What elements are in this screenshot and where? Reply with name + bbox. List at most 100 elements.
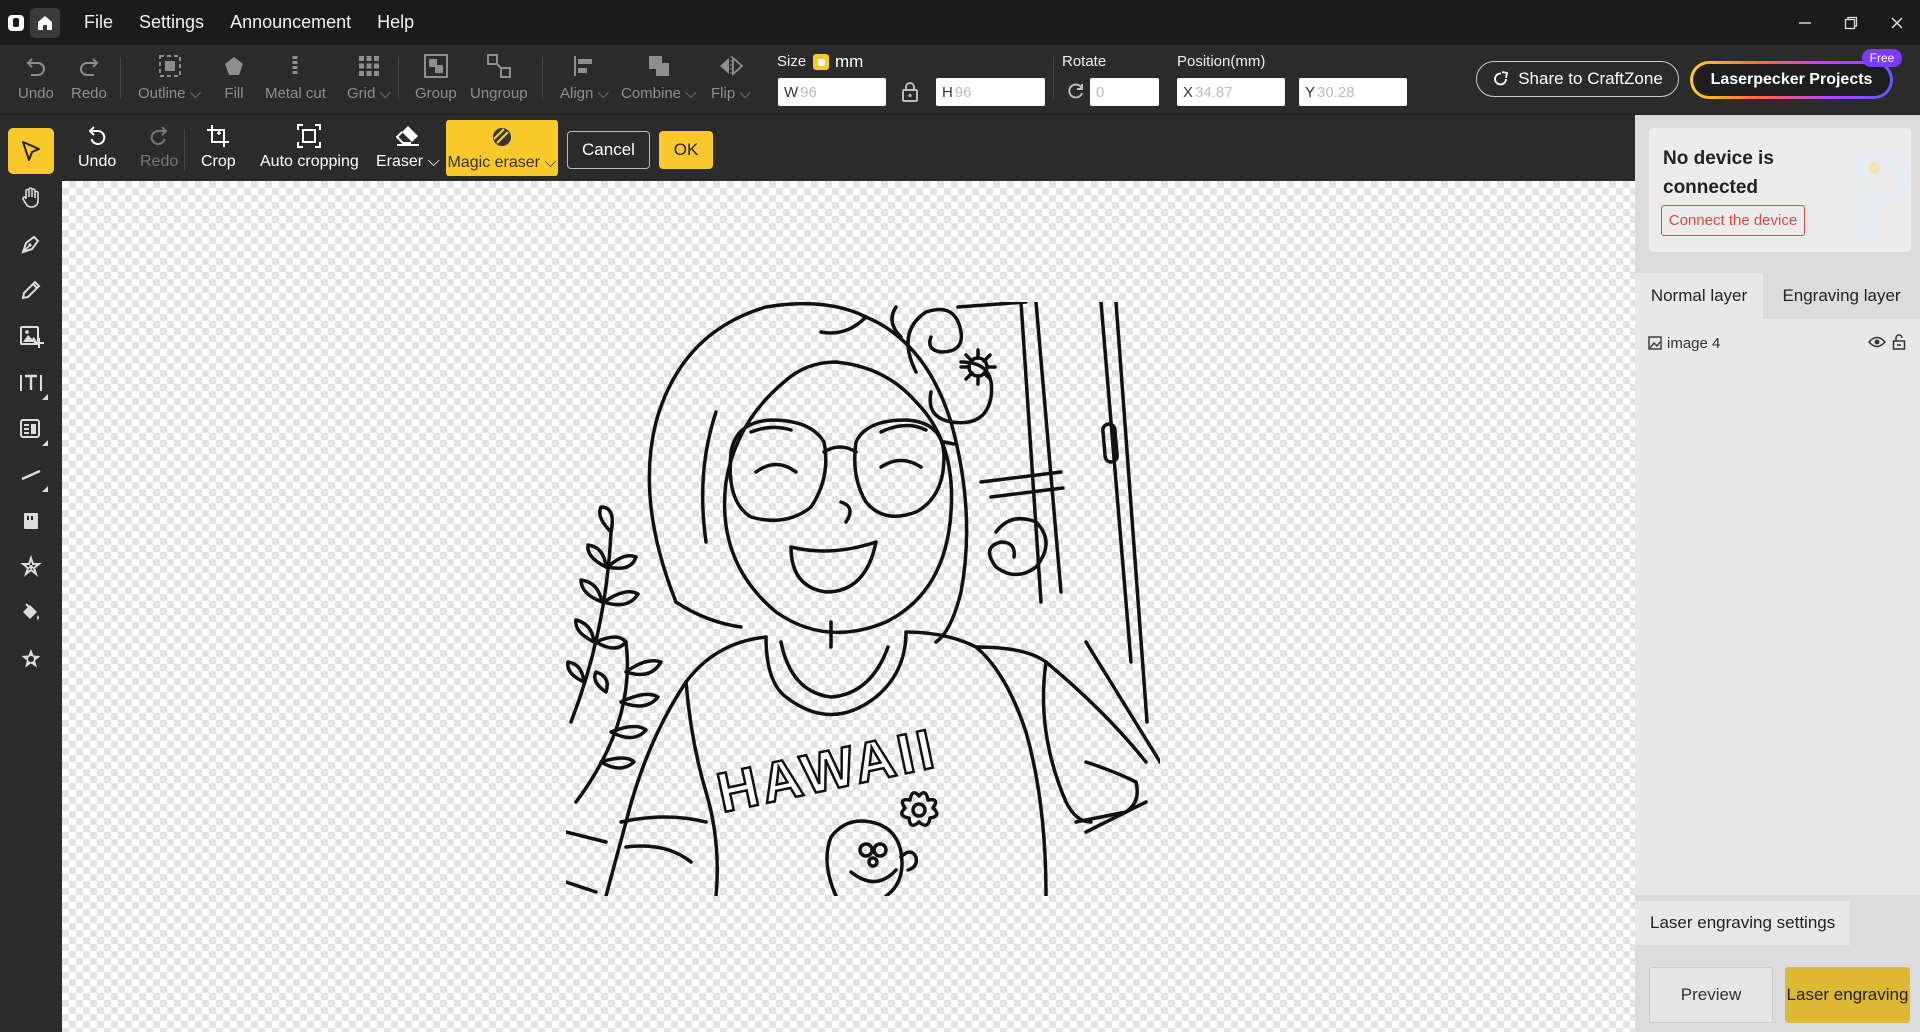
flip-label: Flip ⌵: [711, 85, 751, 102]
size-label: Size: [777, 53, 807, 70]
flip-icon: [719, 55, 744, 77]
shape-library-tool[interactable]: [8, 636, 54, 682]
restore-button[interactable]: [1828, 0, 1874, 45]
rotate-field[interactable]: 0: [1090, 78, 1159, 106]
title-bar: File Settings Announcement Help: [0, 0, 1920, 45]
laser-engraving-button[interactable]: Laser engraving: [1785, 967, 1910, 1023]
width-value: 96: [800, 83, 817, 101]
combine-button[interactable]: Combine ⌵: [621, 53, 697, 102]
image-edit-toolbar: Undo Redo Crop Auto cropping Eraser ⌵ Ma…: [62, 115, 1635, 181]
layer-list: image 4: [1635, 319, 1920, 895]
outline-label: Outline ⌵: [138, 85, 202, 102]
share-label: Share to CraftZone: [1518, 69, 1663, 88]
eraser-label: Eraser ⌵: [376, 153, 440, 170]
y-position-field[interactable]: Y 30.28: [1299, 78, 1407, 106]
aspect-lock-button[interactable]: [900, 81, 920, 108]
crop-icon: [207, 125, 230, 147]
pen-tool[interactable]: [8, 221, 54, 267]
eraser-button[interactable]: Eraser ⌵: [376, 123, 440, 171]
undo-icon: [88, 126, 106, 145]
redo-icon: [150, 126, 168, 145]
share-craftzone-button[interactable]: Share to CraftZone: [1476, 61, 1679, 97]
unlock-icon: [1892, 334, 1906, 350]
star-badge-icon: [21, 649, 41, 668]
position-label: Position(mm): [1177, 53, 1266, 70]
lock-icon: [902, 82, 918, 102]
grid-button[interactable]: Grid ⌵: [347, 53, 391, 102]
layer-visibility-toggle[interactable]: [1868, 335, 1886, 349]
combine-label: Combine ⌵: [621, 85, 697, 102]
fill-button[interactable]: Fill: [222, 53, 246, 102]
ungroup-button[interactable]: Ungroup: [470, 53, 528, 102]
edit-undo-button[interactable]: Undo: [78, 123, 116, 171]
toolbar-undo-button[interactable]: Undo: [18, 53, 54, 102]
group-button[interactable]: Group: [415, 53, 457, 102]
shirt-text: HAWAII: [712, 716, 943, 824]
rotate-reset-button[interactable]: [1066, 81, 1086, 106]
cancel-button[interactable]: Cancel: [567, 131, 650, 169]
tab-engraving-layer[interactable]: Engraving layer: [1763, 273, 1920, 319]
width-field[interactable]: W 96: [778, 78, 886, 106]
height-field[interactable]: H 96: [936, 78, 1045, 106]
flip-button[interactable]: Flip ⌵: [711, 53, 751, 102]
toolbar-divider: [1053, 57, 1054, 99]
hand-icon: [22, 187, 39, 208]
close-button[interactable]: [1874, 0, 1920, 45]
height-prefix: H: [942, 83, 953, 101]
main-toolbar: Undo Redo Outline ⌵ Fill Metal cut Grid …: [0, 45, 1920, 115]
close-icon: [1891, 16, 1903, 29]
pan-tool[interactable]: [8, 175, 54, 221]
grid-icon: [358, 56, 379, 76]
projects-label: Laserpecker Projects: [1710, 71, 1873, 88]
menu-announcement[interactable]: Announcement: [230, 12, 351, 33]
pencil-icon: [21, 280, 41, 300]
tab-normal-layer[interactable]: Normal layer: [1635, 273, 1763, 319]
layer-item[interactable]: image 4: [1648, 330, 1910, 356]
text-tool[interactable]: [8, 360, 54, 406]
connect-device-button[interactable]: Connect the device: [1661, 205, 1805, 236]
layer-lock-toggle[interactable]: [1892, 334, 1906, 350]
pencil-tool[interactable]: [8, 267, 54, 313]
menu-help[interactable]: Help: [377, 12, 414, 33]
x-prefix: X: [1183, 83, 1194, 101]
x-position-field[interactable]: X 34.87: [1177, 78, 1285, 106]
metal-cut-button[interactable]: Metal cut: [265, 53, 326, 102]
home-button[interactable]: [30, 7, 60, 38]
minimize-button[interactable]: [1782, 0, 1828, 45]
align-icon: [574, 56, 593, 76]
laserpecker-projects-button[interactable]: Laserpecker Projects: [1690, 61, 1893, 99]
edit-undo-label: Undo: [78, 153, 117, 170]
eraser-icon: [395, 126, 419, 146]
toolbar-redo-button[interactable]: Redo: [71, 53, 107, 102]
image-add-icon: [20, 326, 44, 348]
select-tool[interactable]: [8, 128, 54, 174]
magic-eraser-button[interactable]: Magic eraser ⌵: [446, 120, 558, 176]
fill-bucket-tool[interactable]: [8, 590, 54, 636]
line-tool[interactable]: [8, 452, 54, 498]
rotate-label: Rotate: [1062, 53, 1107, 70]
size-lock-toggle[interactable]: [813, 54, 829, 70]
design-canvas[interactable]: HAWAII: [62, 181, 1635, 1032]
height-value: 96: [954, 83, 972, 101]
barcode-text-tool[interactable]: [8, 406, 54, 452]
material-tool[interactable]: [8, 498, 54, 544]
add-image-tool[interactable]: [8, 313, 54, 359]
edit-redo-button[interactable]: Redo: [140, 123, 178, 171]
menu-file[interactable]: File: [84, 12, 113, 33]
effect-tool[interactable]: [8, 544, 54, 590]
line-art-image[interactable]: HAWAII: [566, 302, 1160, 896]
fill-label: Fill: [224, 85, 244, 102]
select-arrow-icon: [22, 141, 40, 161]
outline-button[interactable]: Outline ⌵: [138, 53, 201, 102]
menu-settings[interactable]: Settings: [139, 12, 204, 33]
laser-engraving-settings[interactable]: Laser engraving settings: [1635, 901, 1850, 945]
toolbar-divider: [398, 57, 399, 99]
align-button[interactable]: Align ⌵: [560, 53, 609, 102]
auto-cropping-button[interactable]: Auto cropping: [260, 123, 359, 171]
ok-button[interactable]: OK: [659, 131, 713, 169]
material-box-icon: [24, 513, 38, 529]
group-icon: [423, 54, 448, 78]
preview-button[interactable]: Preview: [1649, 967, 1773, 1023]
crop-button[interactable]: Crop: [201, 123, 236, 171]
crop-label: Crop: [201, 153, 236, 170]
